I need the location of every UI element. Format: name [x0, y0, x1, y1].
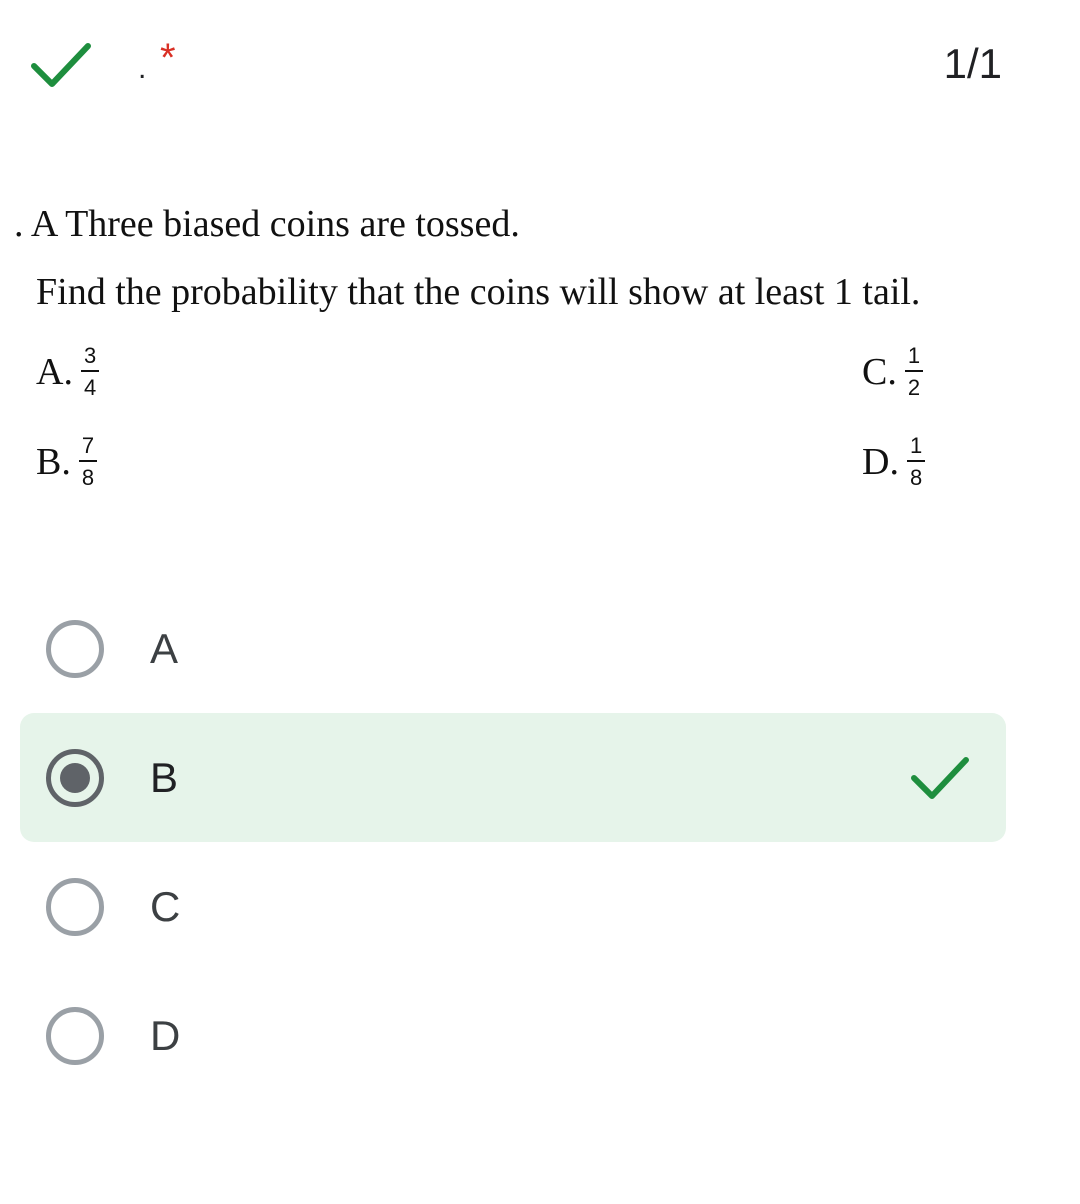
choice-b[interactable]: B — [20, 713, 1006, 842]
choice-label-a: A — [150, 624, 179, 672]
score-label: 1/1 — [943, 40, 1002, 87]
option-fraction: 1 8 — [906, 435, 926, 490]
radio-button-a[interactable] — [46, 619, 104, 678]
question-header: . * 1/1 — [0, 0, 1080, 130]
question-text-line2: Find the probability that the coins will… — [36, 271, 921, 313]
radio-selected-dot — [60, 762, 90, 793]
option-fraction: 3 4 — [80, 345, 100, 400]
choice-label-d: D — [150, 1011, 181, 1059]
correct-check-icon — [911, 756, 969, 799]
choice-c[interactable]: C — [20, 842, 1006, 971]
question-image: . A Three biased coins are tossed. Find … — [0, 190, 1080, 520]
question-option-d: D. 1 8 — [862, 435, 926, 490]
option-fraction: 1 2 — [904, 345, 924, 400]
radio-button-c[interactable] — [46, 877, 104, 936]
choice-d[interactable]: D — [20, 971, 1006, 1100]
option-letter: C. — [862, 351, 897, 393]
answer-choices: A B C D — [20, 584, 1006, 1100]
fraction-numerator: 3 — [80, 345, 100, 372]
option-letter: A. — [36, 351, 73, 393]
fraction-numerator: 1 — [904, 345, 924, 372]
check-icon — [31, 43, 91, 87]
radio-button-d[interactable] — [46, 1006, 104, 1065]
option-letter: D. — [862, 441, 899, 483]
fraction-denominator: 4 — [83, 375, 97, 400]
question-text-line1: . A Three biased coins are tossed. — [14, 203, 520, 245]
fraction-denominator: 2 — [907, 375, 921, 400]
fraction-denominator: 8 — [81, 465, 95, 490]
choice-label-b: B — [150, 753, 179, 801]
option-letter: B. — [36, 441, 71, 483]
choice-label-c: C — [150, 882, 181, 930]
fraction-denominator: 8 — [909, 465, 923, 490]
question-option-a: A. 3 4 — [36, 345, 100, 400]
fraction-numerator: 7 — [78, 435, 98, 462]
question-option-b: B. 7 8 — [36, 435, 98, 490]
required-asterisk: * — [160, 36, 176, 80]
fraction-numerator: 1 — [906, 435, 926, 462]
radio-button-b[interactable] — [46, 748, 104, 807]
choice-a[interactable]: A — [20, 584, 1006, 713]
question-option-c: C. 1 2 — [862, 345, 924, 400]
question-title: . — [138, 52, 147, 85]
option-fraction: 7 8 — [78, 435, 98, 490]
